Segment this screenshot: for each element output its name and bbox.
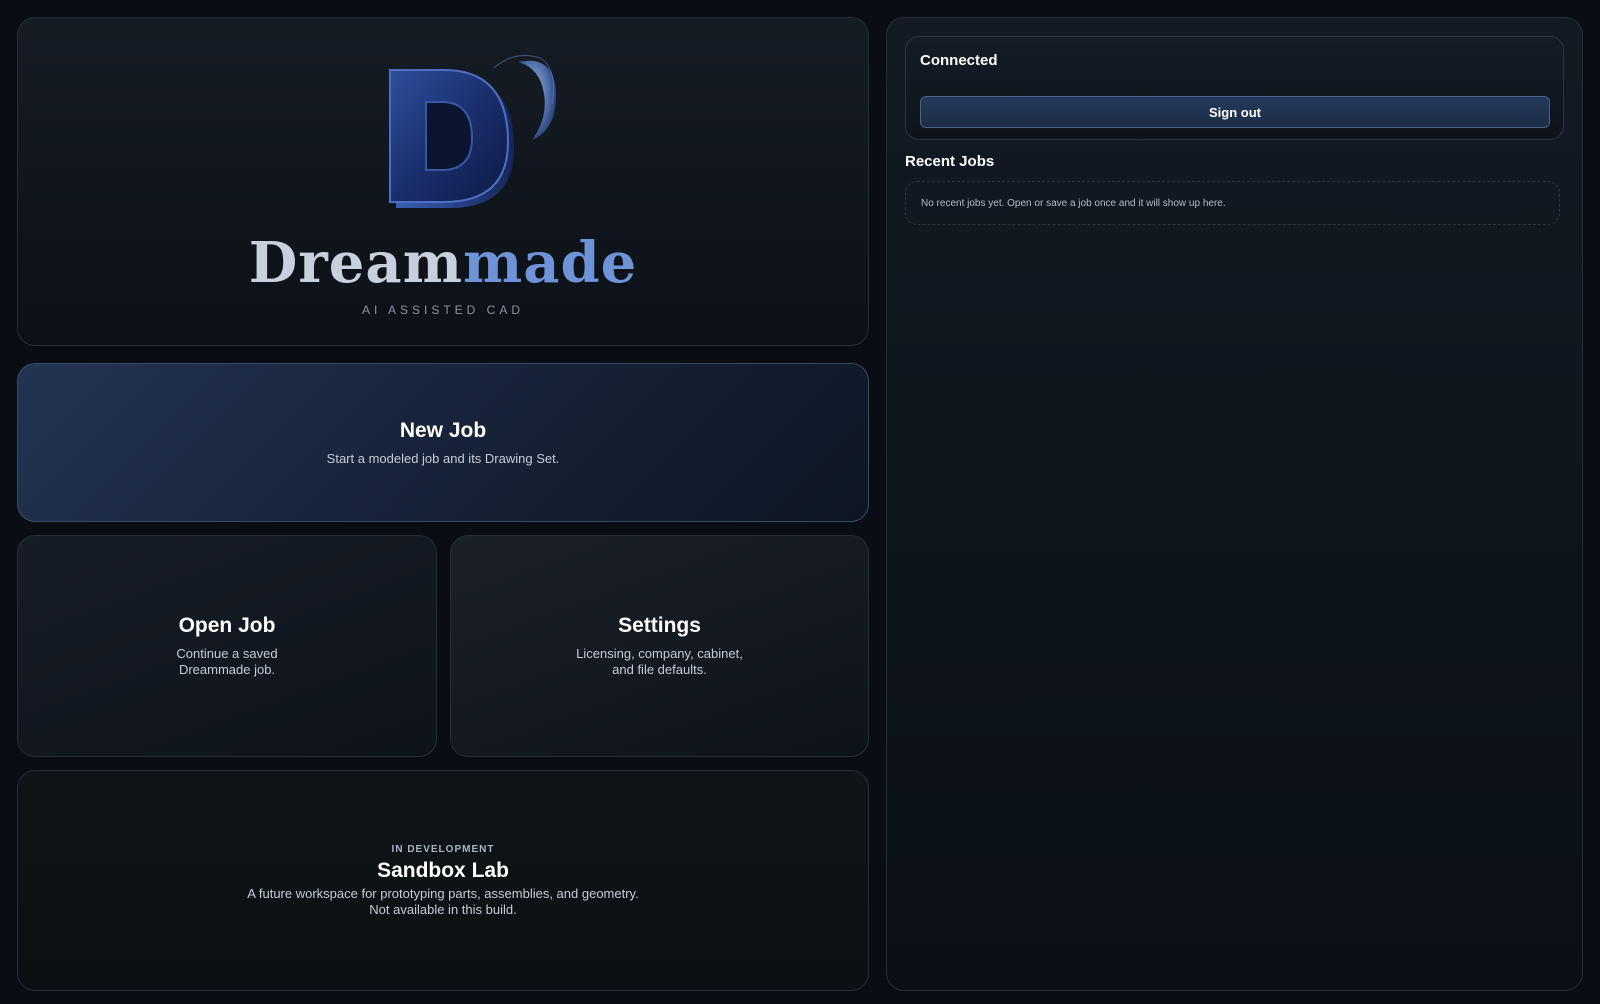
brand-name-part1: Dream — [248, 230, 463, 296]
open-job-description: Continue a saved Dreammade job. — [176, 646, 278, 677]
connection-card: Connected Sign out — [905, 36, 1564, 140]
sandbox-lab-description: A future workspace for prototyping parts… — [247, 885, 639, 917]
connection-status: Connected — [920, 52, 998, 69]
recent-jobs-empty-state: No recent jobs yet. Open or save a job o… — [905, 181, 1560, 225]
recent-jobs-title: Recent Jobs — [905, 153, 995, 170]
new-job-description: Start a modeled job and its Drawing Set. — [326, 450, 560, 466]
new-job-button[interactable]: New Job Start a modeled job and its Draw… — [17, 363, 869, 522]
brand-tagline: AI ASSISTED CAD — [361, 303, 525, 317]
brand-name-part2: made — [462, 230, 638, 296]
sandbox-lab-title: Sandbox Lab — [377, 858, 509, 882]
in-development-badge: IN DEVELOPMENT — [391, 843, 495, 855]
open-job-button[interactable]: Open Job Continue a saved Dreammade job. — [17, 535, 437, 757]
settings-description: Licensing, company, cabinet, and file de… — [576, 646, 743, 677]
settings-title: Settings — [618, 614, 701, 637]
brand-wordmark: Dreammade — [18, 228, 868, 298]
open-job-title: Open Job — [178, 614, 276, 637]
settings-button[interactable]: Settings Licensing, company, cabinet, an… — [450, 535, 869, 757]
hero-panel: Dreammade AI ASSISTED CAD — [17, 17, 869, 346]
new-job-title: New Job — [399, 418, 487, 442]
sign-out-button[interactable]: Sign out — [920, 96, 1550, 128]
account-sidebar: Connected Sign out Recent Jobs No recent… — [886, 17, 1583, 991]
sandbox-lab-tile: IN DEVELOPMENT Sandbox Lab A future work… — [17, 770, 869, 991]
dreammade-logo-icon — [389, 55, 556, 208]
